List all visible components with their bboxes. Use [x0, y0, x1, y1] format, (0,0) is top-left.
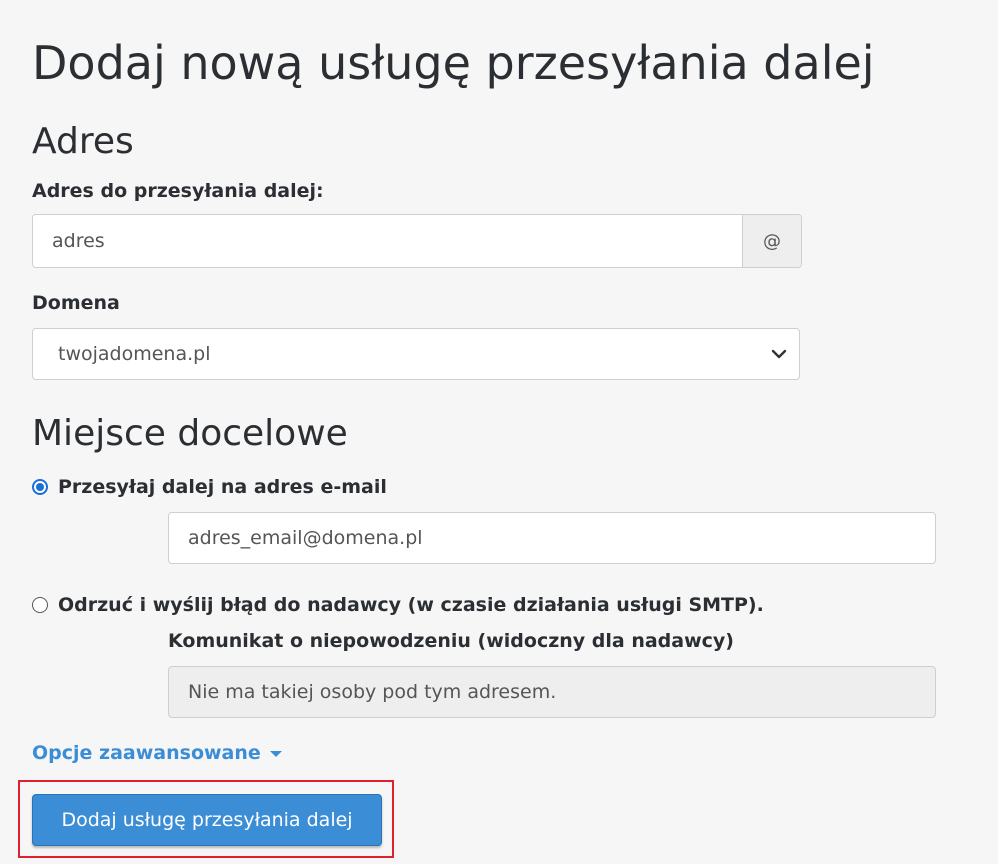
destination-email-input[interactable]: [168, 512, 936, 564]
forward-address-input[interactable]: [33, 215, 742, 267]
destination-section-heading: Miejsce docelowe: [32, 413, 348, 454]
caret-down-icon: [269, 751, 282, 757]
forward-email-option[interactable]: Przesyłaj dalej na adres e-mail: [32, 476, 387, 498]
forward-address-group: @: [32, 214, 802, 268]
advanced-options-link[interactable]: Opcje zaawansowane: [32, 742, 282, 764]
domain-label: Domena: [32, 292, 120, 314]
page-title: Dodaj nową usługę przesyłania dalej: [32, 36, 875, 90]
at-symbol-addon: @: [742, 215, 801, 267]
discard-option[interactable]: Odrzuć i wyślij błąd do nadawcy (w czasi…: [32, 594, 764, 616]
failure-message-label: Komunikat o niepowodzeniu (widoczny dla …: [168, 630, 734, 652]
page: Dodaj nową usługę przesyłania dalej Adre…: [0, 0, 998, 864]
add-forwarder-button[interactable]: Dodaj usługę przesyłania dalej: [32, 794, 382, 846]
domain-select-value: twojadomena.pl: [58, 343, 211, 365]
chevron-down-icon: [771, 349, 787, 359]
failure-message-input: [168, 666, 936, 718]
address-section-heading: Adres: [32, 121, 134, 162]
discard-radio[interactable]: [32, 597, 48, 613]
forward-email-radio-label: Przesyłaj dalej na adres e-mail: [58, 476, 387, 498]
forward-email-radio[interactable]: [32, 479, 48, 495]
domain-select[interactable]: twojadomena.pl: [32, 328, 800, 380]
discard-radio-label: Odrzuć i wyślij błąd do nadawcy (w czasi…: [58, 594, 764, 616]
advanced-options-label: Opcje zaawansowane: [32, 742, 261, 764]
forward-address-label: Adres do przesyłania dalej:: [32, 180, 324, 202]
